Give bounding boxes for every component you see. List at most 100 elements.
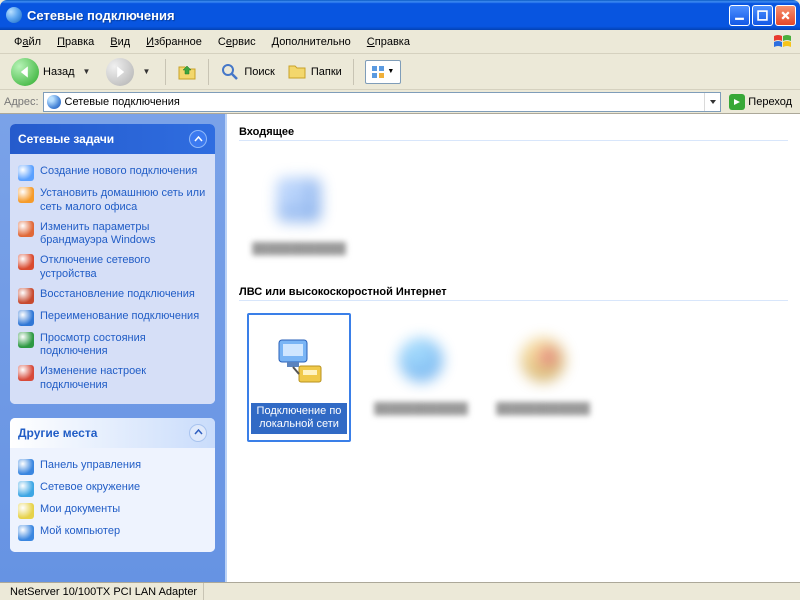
windows-flag-icon bbox=[770, 32, 796, 52]
place-link[interactable]: Сетевое окружение bbox=[18, 478, 207, 500]
folder-up-icon bbox=[177, 62, 197, 82]
task-label: Отключение сетевого устройства bbox=[40, 254, 207, 282]
toolbar-separator bbox=[208, 59, 209, 85]
menu-favorites[interactable]: Избранное bbox=[138, 33, 210, 51]
menu-help[interactable]: Справка bbox=[359, 33, 418, 51]
place-label: Мой компьютер bbox=[40, 525, 120, 539]
task-link[interactable]: Изменение настроек подключения bbox=[18, 362, 207, 396]
task-link[interactable]: Отключение сетевого устройства bbox=[18, 251, 207, 285]
task-link[interactable]: Переименование подключения bbox=[18, 307, 207, 329]
task-icon bbox=[18, 165, 34, 181]
address-bar: Адрес: Сетевые подключения Переход bbox=[0, 90, 800, 114]
collapse-tasks-button[interactable] bbox=[189, 130, 207, 148]
go-button[interactable]: Переход bbox=[725, 92, 796, 112]
connection-item-lan-3[interactable]: ████████████ bbox=[491, 313, 595, 441]
back-button[interactable]: Назад ▼ bbox=[6, 55, 99, 89]
minimize-icon bbox=[734, 10, 745, 21]
back-icon bbox=[11, 58, 39, 86]
panel-other-places: Другие места Панель управления Сетевое ок… bbox=[10, 418, 215, 552]
address-label: Адрес: bbox=[4, 96, 39, 108]
maximize-button[interactable] bbox=[752, 5, 773, 26]
menu-file[interactable]: Файл bbox=[6, 33, 49, 51]
task-label: Переименование подключения bbox=[40, 310, 199, 324]
task-label: Восстановление подключения bbox=[40, 288, 195, 302]
connection-item-lan-selected[interactable]: Подключение по локальной сети bbox=[247, 313, 351, 441]
folders-icon bbox=[287, 62, 307, 82]
up-button[interactable] bbox=[172, 59, 202, 85]
go-label: Переход bbox=[748, 96, 792, 108]
window-title: Сетевые подключения bbox=[27, 8, 175, 23]
connection-label: ████████████ bbox=[371, 401, 471, 418]
panel-network-tasks: Сетевые задачи Создание нового подключен… bbox=[10, 124, 215, 404]
place-label: Сетевое окружение bbox=[40, 481, 140, 495]
group-header-lan: ЛВС или высокоскоростной Интернет bbox=[239, 282, 788, 301]
panel-title-places: Другие места bbox=[18, 426, 97, 440]
task-label: Просмотр состояния подключения bbox=[40, 332, 207, 360]
task-icon bbox=[18, 187, 34, 203]
address-field[interactable]: Сетевые подключения bbox=[43, 92, 722, 112]
panel-header-places: Другие места bbox=[10, 418, 215, 448]
connection-item-lan-2[interactable]: ████████████ bbox=[369, 313, 473, 441]
connection-item-incoming[interactable]: ████████████ bbox=[247, 153, 351, 264]
toolbar-separator bbox=[165, 59, 166, 85]
content-pane: Входящее ████████████ ЛВС или высокоскор… bbox=[227, 114, 800, 582]
task-label: Установить домашнюю сеть или сеть малого… bbox=[40, 187, 207, 215]
close-icon bbox=[780, 10, 791, 21]
maximize-icon bbox=[757, 10, 768, 21]
go-arrow-icon bbox=[729, 94, 745, 110]
search-button[interactable]: Поиск bbox=[215, 59, 279, 85]
minimize-button[interactable] bbox=[729, 5, 750, 26]
address-value: Сетевые подключения bbox=[65, 96, 180, 108]
collapse-places-button[interactable] bbox=[189, 424, 207, 442]
place-label: Панель управления bbox=[40, 459, 141, 473]
menu-view[interactable]: Вид bbox=[102, 33, 138, 51]
task-link[interactable]: Создание нового подключения bbox=[18, 162, 207, 184]
folders-label: Папки bbox=[311, 66, 342, 78]
task-link[interactable]: Изменить параметры брандмауэра Windows bbox=[18, 218, 207, 252]
place-link[interactable]: Мои документы bbox=[18, 500, 207, 522]
place-icon bbox=[18, 481, 34, 497]
address-dropdown[interactable] bbox=[704, 93, 720, 111]
task-label: Создание нового подключения bbox=[40, 165, 197, 179]
menu-advanced[interactable]: Дополнительно bbox=[264, 33, 359, 51]
task-label: Изменить параметры брандмауэра Windows bbox=[40, 221, 207, 249]
task-link[interactable]: Установить домашнюю сеть или сеть малого… bbox=[18, 184, 207, 218]
task-link[interactable]: Просмотр состояния подключения bbox=[18, 329, 207, 363]
forward-dropdown[interactable]: ▼ bbox=[138, 67, 154, 76]
lan-icon bbox=[254, 321, 344, 403]
chevron-down-icon bbox=[709, 98, 717, 106]
toolbar: Назад ▼ ▼ Поиск Папки ▼ bbox=[0, 54, 800, 90]
menu-tools[interactable]: Сервис bbox=[210, 33, 264, 51]
task-icon bbox=[18, 310, 34, 326]
forward-button[interactable]: ▼ bbox=[101, 55, 159, 89]
panel-header-tasks: Сетевые задачи bbox=[10, 124, 215, 154]
task-icon bbox=[18, 365, 34, 381]
group-header-incoming: Входящее bbox=[239, 122, 788, 141]
place-link[interactable]: Панель управления bbox=[18, 456, 207, 478]
toolbar-separator bbox=[353, 59, 354, 85]
back-label: Назад bbox=[43, 66, 75, 78]
place-icon bbox=[18, 503, 34, 519]
views-button[interactable]: ▼ bbox=[360, 57, 406, 87]
task-icon bbox=[18, 254, 34, 270]
chevron-up-icon bbox=[194, 428, 203, 437]
chevron-up-icon bbox=[194, 135, 203, 144]
status-text: NetServer 10/100TX PCI LAN Adapter bbox=[4, 583, 204, 600]
status-bar: NetServer 10/100TX PCI LAN Adapter bbox=[0, 582, 800, 600]
connection-label: ████████████ bbox=[249, 241, 349, 258]
place-link[interactable]: Мой компьютер bbox=[18, 522, 207, 544]
place-icon bbox=[18, 459, 34, 475]
task-link[interactable]: Восстановление подключения bbox=[18, 285, 207, 307]
back-dropdown[interactable]: ▼ bbox=[79, 67, 95, 76]
close-button[interactable] bbox=[775, 5, 796, 26]
panel-title-tasks: Сетевые задачи bbox=[18, 132, 114, 146]
forward-icon bbox=[106, 58, 134, 86]
menu-edit[interactable]: Правка bbox=[49, 33, 102, 51]
place-label: Мои документы bbox=[40, 503, 120, 517]
folders-button[interactable]: Папки bbox=[282, 59, 347, 85]
sidebar: Сетевые задачи Создание нового подключен… bbox=[0, 114, 225, 582]
window-icon bbox=[6, 7, 22, 23]
search-icon bbox=[220, 62, 240, 82]
task-icon bbox=[18, 288, 34, 304]
connection-label-selected: Подключение по локальной сети bbox=[251, 403, 347, 433]
